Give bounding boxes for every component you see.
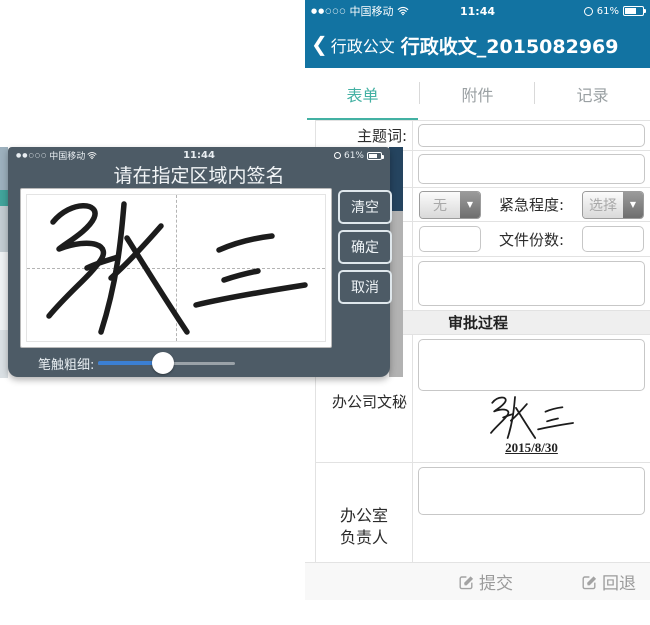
edit-icon (581, 574, 597, 590)
back-chevron-icon[interactable]: ❮ (311, 32, 328, 56)
status-time: 11:44 (8, 150, 390, 161)
nav-bar: ❮ 行政公文 行政收文_2015082969 (305, 22, 650, 68)
remarks-textarea[interactable] (418, 261, 645, 306)
rollback-button[interactable]: 回退 (581, 569, 636, 594)
dialog-title: 请在指定区域内签名 (8, 161, 390, 188)
battery-icon (367, 152, 382, 160)
stroke-width-label: 笔触粗细: (38, 354, 94, 373)
tab-bar: 表单 附件 记录 (305, 68, 650, 120)
battery-icon (623, 6, 644, 16)
tab-attachments[interactable]: 附件 (420, 68, 535, 120)
subject-label: 主题词: (316, 121, 413, 150)
urgency-select-value: 选择 (583, 192, 623, 218)
edit-icon (458, 574, 474, 590)
slider-thumb[interactable] (152, 352, 174, 374)
cancel-button[interactable]: 取消 (338, 270, 392, 304)
rollback-label: 回退 (602, 569, 636, 594)
back-button[interactable]: 行政公文 (331, 33, 395, 57)
director-signature-empty (418, 515, 645, 559)
confirm-button[interactable]: 确定 (338, 230, 392, 264)
tab-form-label: 表单 (346, 82, 378, 106)
screenshot-canvas: ●●○○○ 中国移动 11:44 61% ❮ 行政公文 行政收文_2015082… (0, 0, 650, 625)
stroke-width-slider[interactable] (98, 351, 235, 375)
tab-attachments-label: 附件 (461, 82, 493, 106)
signature-date: 2015/8/30 (505, 440, 558, 456)
approval-header-label: 审批过程 (448, 312, 508, 333)
orientation-lock-icon (584, 7, 593, 16)
secretary-signature-block: 2015/8/30 (418, 391, 645, 458)
battery-percent-label: 61% (597, 6, 619, 17)
clear-button[interactable]: 清空 (338, 190, 392, 224)
orientation-lock-icon (334, 152, 341, 159)
overlay-left-edge-artifact (0, 147, 8, 378)
secretary-opinion-input[interactable] (418, 339, 645, 391)
dropdown-arrow-icon: ▼ (623, 192, 643, 218)
phone-status-bar: ●●○○○ 中国移动 11:44 61% (305, 0, 650, 22)
urgency-select-dropdown[interactable]: 选择 ▼ (582, 191, 644, 219)
subject-input[interactable] (418, 124, 645, 147)
tab-records-label: 记录 (576, 82, 608, 106)
stroke-width-slider-row: 笔触粗细: (8, 351, 390, 375)
director-label: 办公室 负责人 (316, 463, 413, 563)
action-footer: 提交 回退 (305, 562, 650, 600)
secretary-signature-image (482, 393, 582, 442)
tab-records[interactable]: 记录 (535, 68, 650, 120)
tab-form[interactable]: 表单 (305, 68, 420, 120)
director-label-line2: 负责人 (340, 527, 388, 549)
submit-button[interactable]: 提交 (458, 569, 513, 594)
urgency-none-value: 无 (420, 192, 460, 218)
dropdown-arrow-icon: ▼ (460, 192, 480, 218)
form-row-director: 办公室 负责人 (316, 463, 650, 563)
signature-strokes-image (21, 189, 333, 347)
battery-percent-label: 61% (344, 151, 364, 161)
page-title: 行政收文_2015082969 (401, 32, 619, 59)
urgency-none-dropdown[interactable]: 无 ▼ (419, 191, 481, 219)
director-label-line1: 办公室 (340, 505, 388, 527)
urgency-label: 紧急程度: (499, 194, 564, 215)
row2-input[interactable] (418, 154, 645, 184)
dialog-button-column: 清空 确定 取消 (338, 190, 392, 304)
copies-input[interactable] (582, 226, 644, 252)
signature-dialog: ●●○○○ 中国移动 11:44 61% 请在指定区域内签名 清空 确定 取消 … (8, 147, 390, 377)
director-opinion-input[interactable] (418, 467, 645, 515)
copies-label: 文件份数: (499, 229, 564, 250)
signature-pad[interactable] (20, 188, 332, 348)
submit-label: 提交 (479, 569, 513, 594)
copies-left-input[interactable] (419, 226, 481, 252)
